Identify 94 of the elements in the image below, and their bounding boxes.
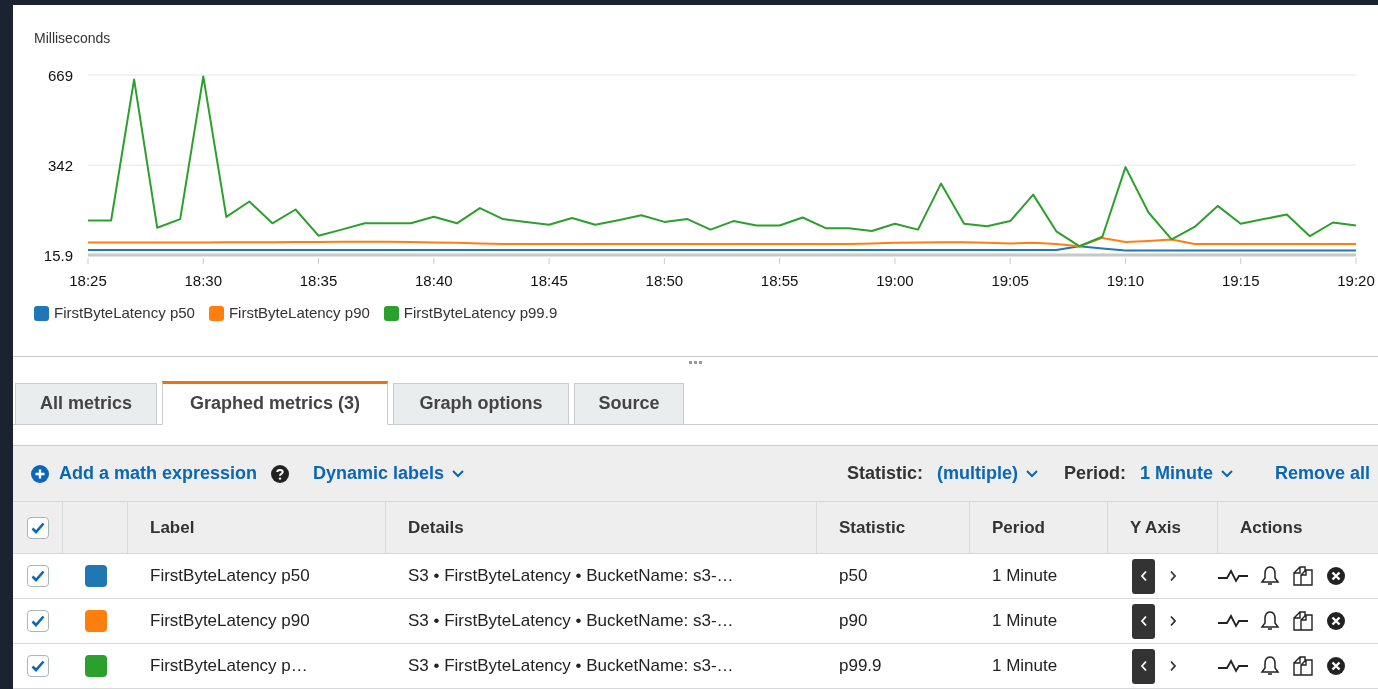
- chevron-left-icon: [1139, 660, 1148, 672]
- copy-icon[interactable]: [1292, 655, 1314, 677]
- legend-label: FirstByteLatency p50: [54, 302, 195, 323]
- tick-mark: [779, 257, 781, 265]
- drag-handle-icon[interactable]: [688, 360, 703, 365]
- table-cell-text: S3 • FirstByteLatency • BucketName: s3-…: [408, 610, 734, 633]
- tick-mark: [202, 257, 204, 265]
- bell-icon[interactable]: [1260, 565, 1280, 587]
- checkbox[interactable]: [27, 655, 49, 677]
- table-cell-text: p99.9: [839, 655, 882, 678]
- left-axis-button[interactable]: [1132, 648, 1155, 684]
- checkbox[interactable]: [27, 610, 49, 632]
- x-tick-label: 18:40: [415, 272, 453, 289]
- checkbox[interactable]: [27, 565, 49, 587]
- tab[interactable]: Graph options: [393, 382, 569, 425]
- check-icon: [31, 570, 45, 582]
- table-cell-text: p50: [839, 565, 868, 588]
- x-tick-label: 18:55: [760, 272, 799, 289]
- tick-mark: [663, 257, 665, 265]
- table-cell-text: 1 Minute: [992, 655, 1058, 678]
- bell-icon[interactable]: [1260, 655, 1280, 677]
- pulse-line-icon[interactable]: [1218, 568, 1248, 584]
- chevron-left-icon: [1139, 615, 1148, 627]
- copy-icon[interactable]: [1292, 565, 1314, 587]
- x-tick-label: 19:00: [876, 272, 914, 289]
- y-tick-label: 342: [47, 156, 73, 174]
- add-expression-link[interactable]: Add a math expression: [31, 460, 258, 488]
- x-tick-label: 18:45: [530, 272, 568, 289]
- tick-mark: [318, 257, 320, 265]
- pulse-line-icon[interactable]: [1218, 613, 1248, 629]
- tab[interactable]: All metrics: [15, 382, 157, 425]
- pulse-line-icon[interactable]: [1218, 658, 1248, 674]
- checkbox[interactable]: [26, 516, 49, 539]
- x-tick-label: 19:05: [991, 272, 1029, 289]
- table-cell-text: FirstByteLatency p…: [150, 655, 308, 678]
- tab[interactable]: Source: [574, 382, 684, 425]
- chevron-down-icon: [1025, 469, 1038, 478]
- statistic-dropdown[interactable]: (multiple): [936, 460, 1038, 488]
- y-tick-label: 669: [47, 66, 73, 84]
- remove-icon[interactable]: [1326, 566, 1346, 586]
- chevron-left-icon: [1139, 570, 1148, 582]
- x-tick-label: 18:35: [299, 272, 338, 289]
- tick-mark: [1240, 257, 1242, 265]
- period-dropdown[interactable]: 1 Minute: [1139, 460, 1233, 488]
- chevron-right-icon: [1168, 660, 1177, 672]
- tick-mark: [433, 257, 435, 265]
- left-axis-button[interactable]: [1132, 603, 1155, 639]
- column-header: Label: [150, 516, 195, 539]
- table-cell-text: FirstByteLatency p90: [150, 610, 310, 633]
- x-tick-label: 19:15: [1221, 272, 1260, 289]
- chevron-down-icon: [1220, 469, 1233, 478]
- tab[interactable]: Graphed metrics (3): [162, 380, 388, 425]
- copy-icon[interactable]: [1292, 610, 1314, 632]
- statistic-label: Statistic:: [846, 462, 923, 486]
- period-label: Period:: [1063, 462, 1126, 486]
- chevron-right-icon: [1168, 615, 1177, 627]
- chevron-down-icon: [452, 469, 465, 478]
- chevron-right-icon: [1168, 570, 1177, 582]
- remove-icon[interactable]: [1326, 611, 1346, 631]
- table-cell-text: 1 Minute: [992, 565, 1058, 588]
- legend-label: FirstByteLatency p90: [228, 302, 370, 323]
- color-swatch[interactable]: [84, 610, 107, 632]
- table-cell-text: S3 • FirstByteLatency • BucketName: s3-…: [408, 565, 734, 588]
- check-icon: [31, 615, 45, 627]
- remove-icon[interactable]: [1326, 656, 1346, 676]
- table-cell-text: S3 • FirstByteLatency • BucketName: s3-…: [408, 655, 734, 678]
- dynamic-labels-dropdown[interactable]: Dynamic labels: [313, 460, 465, 488]
- column-header: Y Axis: [1130, 516, 1182, 539]
- tick-mark: [1124, 257, 1126, 265]
- column-header: Statistic: [839, 516, 906, 539]
- bell-icon[interactable]: [1260, 610, 1280, 632]
- x-tick-label: 18:25: [69, 272, 107, 289]
- tick-mark: [1009, 257, 1011, 265]
- left-axis-button[interactable]: [1132, 558, 1155, 594]
- column-header: Period: [992, 516, 1045, 539]
- color-swatch[interactable]: [84, 565, 107, 587]
- color-swatch[interactable]: [84, 655, 107, 677]
- x-tick-label: 18:50: [645, 272, 684, 289]
- y-tick-label: 15.9: [43, 246, 73, 264]
- table-cell-text: p90: [839, 610, 868, 633]
- check-icon: [31, 660, 45, 672]
- column-header: Details: [408, 516, 464, 539]
- column-header: Actions: [1240, 516, 1303, 539]
- x-tick-label: 19:10: [1106, 272, 1145, 289]
- plus-circle-icon: [31, 464, 49, 483]
- check-icon: [30, 521, 45, 534]
- legend-label: FirstByteLatency p99.9: [403, 302, 558, 323]
- table-cell-text: FirstByteLatency p50: [150, 565, 310, 588]
- table-cell-text: 1 Minute: [992, 610, 1058, 633]
- x-tick-label: 18:30: [184, 272, 223, 289]
- help-icon[interactable]: [271, 464, 290, 483]
- axis-title: Milliseconds: [34, 30, 111, 46]
- x-tick-label: 19:20: [1337, 272, 1375, 289]
- remove-all-link[interactable]: Remove all: [1274, 460, 1370, 488]
